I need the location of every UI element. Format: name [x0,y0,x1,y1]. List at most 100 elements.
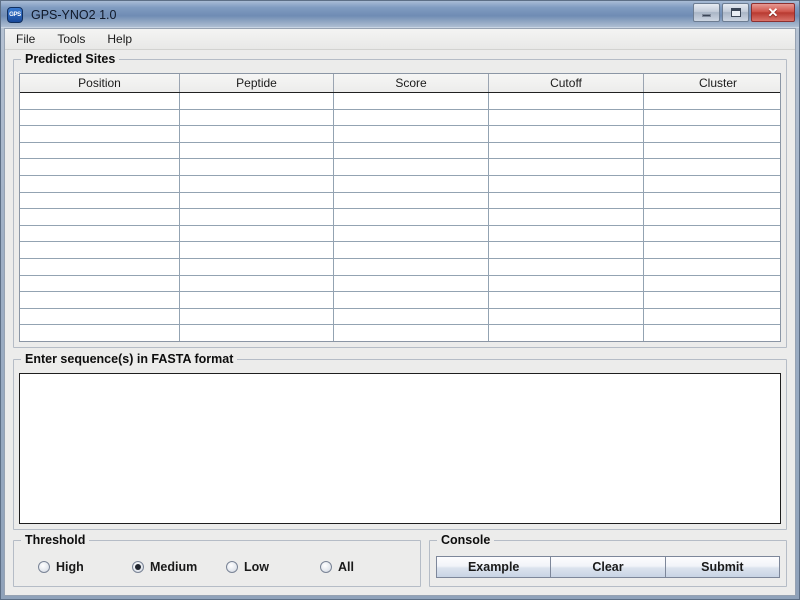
table-cell-cutoff [489,126,644,142]
table-cell-peptide [180,192,334,209]
table-cell-peptide [180,258,334,275]
table-cell-score [334,258,489,275]
table-cell-peptide [180,159,334,175]
table-cell-score [334,159,489,175]
table-cell-score [334,308,489,325]
table-cell-peptide [180,325,334,341]
table-row-empty[interactable] [20,142,780,160]
table-cell-score [334,292,489,308]
table-row-empty[interactable] [20,275,780,293]
table-column-header-cutoff[interactable]: Cutoff [489,74,644,92]
table-row-empty[interactable] [20,126,780,143]
table-row-empty[interactable] [20,308,780,326]
table-row-empty[interactable] [20,159,780,176]
table-cell-cutoff [489,159,644,175]
table-cell-position [20,242,180,258]
menu-bar: File Tools Help [5,29,795,50]
clear-button[interactable]: Clear [550,555,666,578]
table-cell-score [334,109,489,126]
table-body[interactable] [20,93,780,341]
close-icon: ✕ [767,5,779,20]
console-title: Console [437,533,495,547]
table-row-empty[interactable] [20,175,780,193]
sequence-textarea[interactable] [19,373,781,524]
table-row-empty[interactable] [20,93,780,110]
menu-item-file[interactable]: File [13,31,38,47]
table-cell-position [20,192,180,209]
table-cell-peptide [180,275,334,292]
table-cell-peptide [180,142,334,159]
menu-item-help[interactable]: Help [104,31,135,47]
minimize-button[interactable] [693,3,720,22]
threshold-radio-high[interactable]: High [38,560,132,574]
table-cell-score [334,275,489,292]
window-controls: ✕ [693,3,795,22]
table-cell-score [334,225,489,242]
table-cell-cutoff [489,192,644,209]
sequence-input-group: Enter sequence(s) in FASTA format [13,352,787,530]
threshold-radio-low[interactable]: Low [226,560,320,574]
threshold-radio-label: Low [244,559,269,574]
threshold-radio-group: High Medium Low All [20,560,414,574]
predicted-sites-table[interactable]: Position Peptide Score Cutoff Cluster [19,73,781,342]
table-cell-cluster [644,126,780,142]
table-header-row: Position Peptide Score Cutoff Cluster [20,74,780,93]
radio-unchecked-icon [38,560,50,573]
table-row-empty[interactable] [20,292,780,309]
table-cell-cutoff [489,242,644,258]
table-cell-cluster [644,325,780,341]
table-cell-peptide [180,292,334,308]
table-cell-position [20,93,180,109]
table-cell-peptide [180,225,334,242]
close-button[interactable]: ✕ [751,3,795,22]
table-row-empty[interactable] [20,225,780,243]
example-button[interactable]: Example [436,555,552,578]
table-cell-score [334,142,489,159]
table-cell-peptide [180,109,334,126]
table-cell-score [334,209,489,225]
threshold-radio-medium[interactable]: Medium [132,560,226,574]
table-column-header-cluster[interactable]: Cluster [644,74,780,92]
threshold-group: Threshold High Medium Low All [13,533,421,587]
table-cell-position [20,258,180,275]
table-cell-score [334,192,489,209]
client-area: File Tools Help Predicted Sites Position… [4,28,796,596]
table-cell-cluster [644,93,780,109]
table-row-empty[interactable] [20,109,780,127]
menu-item-tools[interactable]: Tools [54,31,88,47]
maximize-button[interactable] [722,3,749,22]
table-column-header-position[interactable]: Position [20,74,180,92]
console-group: Console Example Clear Submit [429,533,787,587]
table-cell-cluster [644,159,780,175]
table-cell-cluster [644,176,780,192]
table-cell-position [20,142,180,159]
table-cell-peptide [180,242,334,258]
radio-checked-icon [132,560,144,573]
table-cell-position [20,209,180,225]
table-row-empty[interactable] [20,258,780,276]
table-row-empty[interactable] [20,242,780,259]
table-cell-cutoff [489,308,644,325]
table-cell-cluster [644,292,780,308]
window-title: GPS-YNO2 1.0 [31,7,117,22]
table-row-empty[interactable] [20,209,780,226]
title-bar[interactable]: GPS GPS-YNO2 1.0 ✕ [1,1,799,28]
threshold-radio-label: High [56,559,84,574]
table-cell-score [334,175,489,192]
table-row-empty[interactable] [20,192,780,210]
submit-button[interactable]: Submit [664,555,780,578]
table-cell-cutoff [489,292,644,308]
table-cell-cluster [644,226,780,242]
table-cell-cluster [644,110,780,126]
table-column-header-score[interactable]: Score [334,74,489,92]
threshold-radio-all[interactable]: All [320,560,414,574]
table-cell-cutoff [489,93,644,109]
table-cell-peptide [180,93,334,109]
table-row-empty[interactable] [20,325,780,341]
table-cell-peptide [180,209,334,225]
table-cell-position [20,175,180,192]
table-column-header-peptide[interactable]: Peptide [180,74,334,92]
table-cell-cluster [644,143,780,159]
table-cell-position [20,275,180,292]
threshold-radio-label: All [338,559,354,574]
